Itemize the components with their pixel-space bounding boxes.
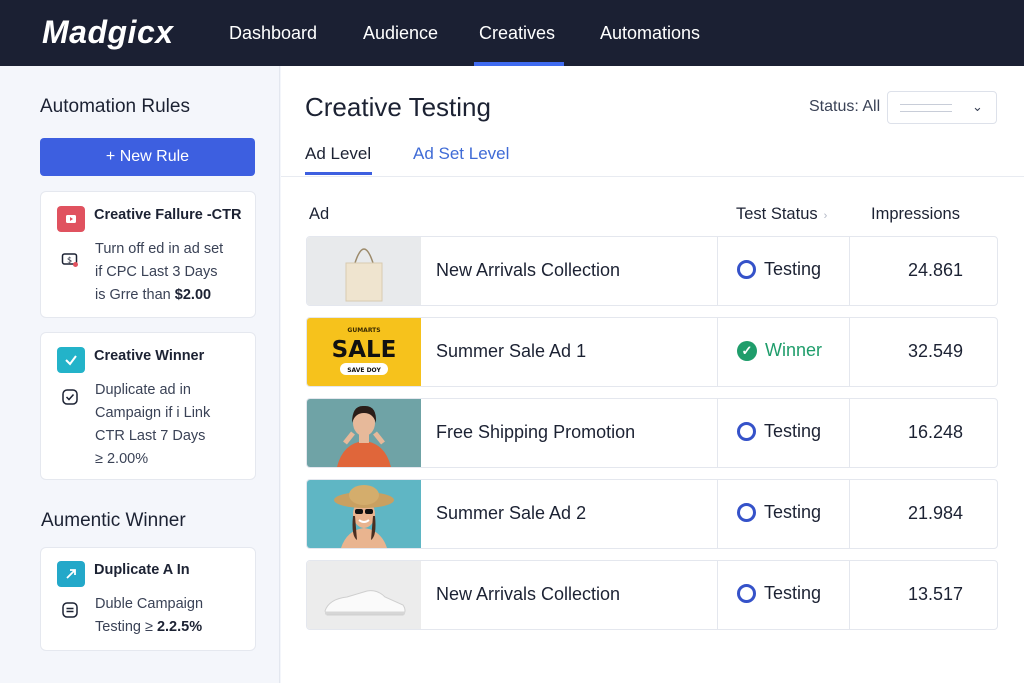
impressions-value: 13.517 bbox=[907, 584, 963, 604]
app-logo[interactable]: Madgicx bbox=[42, 14, 174, 51]
rule-condition-line: Duble Campaign bbox=[95, 596, 204, 612]
ad-name[interactable]: Summer Sale Ad 2 bbox=[436, 503, 586, 524]
nav-dashboard[interactable]: Dashboard bbox=[229, 23, 317, 44]
tab-ad-level[interactable]: Ad Level bbox=[305, 144, 371, 164]
testing-circle-icon bbox=[737, 584, 756, 603]
status-filter-select[interactable]: ⌄ bbox=[887, 91, 997, 124]
testing-circle-icon bbox=[737, 260, 756, 279]
impressions-value: 21.984 bbox=[907, 503, 963, 523]
status-text: Testing bbox=[764, 583, 822, 603]
rule-title: Creative Fallure -CTR bbox=[94, 207, 242, 223]
status-cell: Testing bbox=[737, 583, 821, 604]
status-text: Testing bbox=[764, 259, 822, 279]
status-cell: Testing bbox=[737, 421, 821, 442]
sale-big-text: SALE bbox=[332, 337, 397, 363]
trend-up-icon bbox=[57, 561, 85, 587]
ad-thumbnail-woman-orange bbox=[307, 399, 421, 467]
column-divider bbox=[717, 318, 718, 386]
rule-condition-line: Campaign if i Link bbox=[95, 405, 211, 421]
list-square-icon bbox=[61, 601, 79, 619]
column-divider bbox=[717, 480, 718, 548]
table-row[interactable]: GUMARTS SALE SAVE DOY Summer Sale Ad 1 ✓… bbox=[306, 317, 998, 387]
status-cell: Testing bbox=[737, 259, 821, 280]
rule-threshold: 2.2.5% bbox=[156, 619, 203, 635]
rule-condition-line: Turn off ed in ad set bbox=[95, 241, 224, 257]
sidebar: Automation Rules + New Rule Creative Fal… bbox=[0, 66, 280, 683]
status-text: Testing bbox=[764, 502, 822, 522]
chevron-down-icon: ⌄ bbox=[972, 99, 983, 114]
check-badge-icon bbox=[57, 347, 85, 373]
new-rule-button[interactable]: + New Rule bbox=[40, 138, 255, 176]
rule-condition-line: Testing ≥ 2.2.5% bbox=[95, 619, 203, 635]
rule-title: Duplicate A In bbox=[94, 562, 190, 578]
column-divider bbox=[849, 561, 850, 629]
ad-thumbnail-tote-bag bbox=[307, 237, 421, 305]
column-divider bbox=[849, 399, 850, 467]
ad-name[interactable]: Free Shipping Promotion bbox=[436, 422, 635, 443]
testing-circle-icon bbox=[737, 503, 756, 522]
column-header-test-status[interactable]: Test Status › bbox=[736, 205, 827, 224]
ad-thumbnail-sale-banner: GUMARTS SALE SAVE DOY bbox=[307, 318, 421, 386]
column-divider bbox=[849, 237, 850, 305]
nav-audience[interactable]: Audience bbox=[363, 23, 438, 44]
column-divider bbox=[717, 399, 718, 467]
column-header-impressions[interactable]: Impressions bbox=[871, 205, 960, 224]
rule-condition-line: is Grre than $2.00 bbox=[95, 287, 212, 303]
ad-name[interactable]: New Arrivals Collection bbox=[436, 260, 620, 281]
status-text: Winner bbox=[765, 340, 823, 360]
ad-name[interactable]: Summer Sale Ad 1 bbox=[436, 341, 586, 362]
column-header-ad[interactable]: Ad bbox=[309, 205, 329, 224]
testing-circle-icon bbox=[737, 422, 756, 441]
sort-icon[interactable]: › bbox=[824, 210, 828, 222]
ad-thumbnail-sneaker bbox=[307, 561, 421, 629]
impressions-value: 16.248 bbox=[907, 422, 963, 442]
sidebar-title: Automation Rules bbox=[40, 96, 190, 117]
rule-condition-line: CTR Last 7 Days bbox=[95, 428, 206, 444]
main-panel: Creative Testing Status: All ⌄ Ad Level … bbox=[281, 66, 1024, 683]
status-filter-label: Status: All bbox=[809, 98, 881, 115]
rule-condition-line: ≥ 2.00% bbox=[95, 451, 149, 467]
table-row[interactable]: Free Shipping Promotion Testing 16.248 bbox=[306, 398, 998, 468]
status-text: Testing bbox=[764, 421, 822, 441]
rule-card-duplicate[interactable]: Duplicate A In Duble Campaign Testing ≥ … bbox=[40, 547, 256, 651]
table-row[interactable]: New Arrivals Collection Testing 13.517 bbox=[306, 560, 998, 630]
ad-name[interactable]: New Arrivals Collection bbox=[436, 584, 620, 605]
impressions-value: 24.861 bbox=[907, 260, 963, 280]
top-navbar: Madgicx Dashboard Audience Creatives Aut… bbox=[0, 0, 1024, 66]
sale-small-text: GUMARTS bbox=[347, 327, 380, 334]
tab-active-indicator bbox=[305, 172, 372, 175]
rule-condition-line: Duplicate ad in bbox=[95, 382, 191, 398]
status-cell: ✓ Winner bbox=[737, 340, 822, 361]
check-square-icon bbox=[61, 388, 79, 406]
nav-automations[interactable]: Automations bbox=[600, 23, 700, 44]
nav-creatives[interactable]: Creatives bbox=[479, 23, 555, 44]
select-placeholder bbox=[900, 104, 952, 112]
svg-text:$: $ bbox=[67, 256, 72, 265]
status-cell: Testing bbox=[737, 502, 821, 523]
ad-thumbnail-woman-hat bbox=[307, 480, 421, 548]
play-icon bbox=[57, 206, 85, 232]
column-divider bbox=[849, 480, 850, 548]
column-divider bbox=[717, 237, 718, 305]
divider bbox=[281, 176, 1024, 177]
sale-pill-text: SAVE DOY bbox=[347, 367, 381, 374]
tab-ad-set-level[interactable]: Ad Set Level bbox=[413, 144, 509, 164]
page-title: Creative Testing bbox=[305, 92, 491, 122]
column-divider bbox=[849, 318, 850, 386]
table-row[interactable]: Summer Sale Ad 2 Testing 21.984 bbox=[306, 479, 998, 549]
rule-threshold: $2.00 bbox=[174, 287, 212, 303]
table-row[interactable]: New Arrivals Collection Testing 24.861 bbox=[306, 236, 998, 306]
rule-card-creative-failure[interactable]: Creative Fallure -CTR $ Turn off ed in a… bbox=[40, 191, 256, 318]
impressions-value: 32.549 bbox=[907, 341, 963, 361]
rule-title: Creative Winner bbox=[94, 348, 205, 364]
rule-card-creative-winner[interactable]: Creative Winner Duplicate ad in Campaign… bbox=[40, 332, 256, 480]
dollar-swap-icon: $ bbox=[61, 251, 79, 269]
section-title: Aumentic Winner bbox=[41, 510, 186, 531]
check-circle-icon: ✓ bbox=[737, 340, 757, 361]
rule-condition-line: if CPC Last 3 Days bbox=[95, 264, 218, 280]
column-divider bbox=[717, 561, 718, 629]
